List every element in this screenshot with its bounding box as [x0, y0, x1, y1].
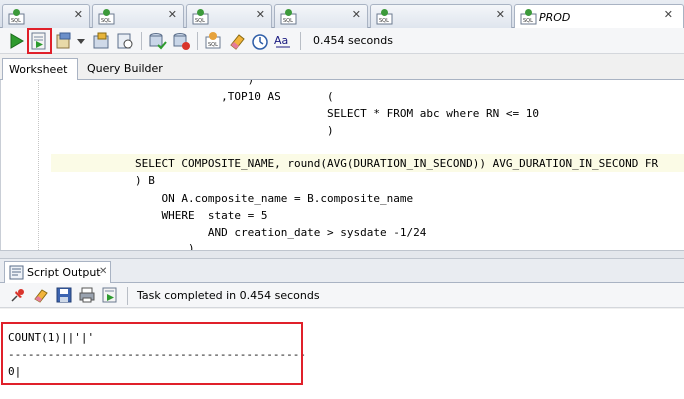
output-tab-strip: Script Output ✕ [0, 259, 684, 283]
rollback-icon[interactable] [171, 31, 191, 51]
commit-transaction-icon[interactable] [147, 31, 167, 51]
svg-text:SQL: SQL [283, 18, 293, 24]
highlight-box [27, 28, 52, 54]
tab-script-output[interactable]: Script Output ✕ [4, 261, 111, 283]
close-icon[interactable]: ✕ [99, 266, 107, 277]
code-line: AND creation_date > sysdate -1/24 [135, 226, 427, 239]
code-line: ) [135, 80, 255, 86]
editor-gutter [1, 80, 39, 250]
run-statement-icon[interactable] [6, 31, 26, 51]
worksheet-tab-prod[interactable]: SQL PROD ✕ [514, 4, 684, 29]
code-line: ,TOP10 AS ( [135, 90, 334, 103]
worksheet-tab-3[interactable]: SQL ✕ [186, 4, 272, 28]
clear-eraser-icon[interactable] [227, 31, 247, 51]
close-icon[interactable]: ✕ [496, 8, 505, 21]
highlight-box [1, 322, 303, 385]
tab-worksheet[interactable]: Worksheet [2, 58, 78, 80]
code-line: WHERE state = 5 [135, 209, 268, 222]
sql-worksheet-icon: SQL [98, 9, 115, 25]
pin-icon[interactable] [9, 286, 27, 304]
task-status: Task completed in 0.454 seconds [137, 289, 320, 302]
svg-text:SQL: SQL [379, 18, 389, 24]
worksheet-tab-2[interactable]: SQL ✕ [92, 4, 184, 28]
sql-editor[interactable]: ) ,TOP10 AS ( SELECT * FROM abc where RN… [0, 80, 684, 250]
code-line: ) [135, 124, 334, 137]
save-icon[interactable] [55, 286, 73, 304]
svg-text:SQL: SQL [11, 18, 21, 24]
code-line: ) [135, 242, 195, 250]
sql-history-icon[interactable] [250, 31, 270, 51]
worksheet-tab-4[interactable]: SQL ✕ [274, 4, 368, 28]
worksheet-tab-1[interactable]: SQL ✕ [2, 4, 90, 28]
run-script-icon[interactable] [101, 286, 119, 304]
worksheet-toolbar: SQL Aa 0.454 seconds [0, 28, 684, 54]
code-line: SELECT COMPOSITE_NAME, round(AVG(DURATIO… [135, 157, 659, 170]
svg-text:SQL: SQL [208, 42, 218, 48]
sql-worksheet-icon: SQL [280, 9, 297, 25]
code-line: SELECT * FROM abc where RN <= 10 [135, 107, 539, 120]
script-output-area[interactable]: COUNT(1)||'|' --------------------------… [0, 309, 684, 399]
tab-query-builder[interactable]: Query Builder [81, 58, 169, 80]
close-icon[interactable]: ✕ [256, 8, 265, 21]
svg-text:SQL: SQL [523, 18, 533, 24]
print-icon[interactable] [78, 286, 96, 304]
output-toolbar: Task completed in 0.454 seconds [0, 283, 684, 308]
autotrace-icon[interactable] [92, 31, 112, 51]
close-icon[interactable]: ✕ [664, 8, 673, 21]
panel-splitter[interactable] [0, 250, 684, 259]
sql-worksheet-icon: SQL [8, 9, 25, 25]
code-line: ON A.composite_name = B.composite_name [135, 192, 414, 205]
svg-text:SQL: SQL [195, 18, 205, 24]
format-case-icon[interactable]: Aa [273, 31, 293, 51]
close-icon[interactable]: ✕ [352, 8, 361, 21]
tab-label: Script Output [27, 266, 101, 279]
script-output-icon [9, 265, 24, 280]
toolbar-separator [300, 32, 301, 50]
sql-worksheet-icon: SQL [520, 9, 537, 25]
toolbar-separator [127, 287, 128, 305]
commit-icon[interactable] [115, 31, 135, 51]
chevron-down-icon[interactable] [74, 31, 88, 51]
toolbar-separator [141, 32, 142, 50]
elapsed-time: 0.454 seconds [313, 34, 393, 47]
gutter-divider [38, 80, 39, 250]
tab-label: PROD [539, 11, 571, 24]
sql-worksheet-icon: SQL [192, 9, 209, 25]
close-icon[interactable]: ✕ [74, 8, 83, 21]
sql-worksheet-icon: SQL [376, 9, 393, 25]
document-tab-strip: SQL ✕ SQL ✕ SQL ✕ SQL ✕ SQL ✕ SQL PROD ✕ [0, 0, 684, 29]
close-icon[interactable]: ✕ [168, 8, 177, 21]
editor-subtabs: Worksheet Query Builder [0, 56, 684, 80]
clear-eraser-icon[interactable] [32, 286, 50, 304]
worksheet-tab-5[interactable]: SQL ✕ [370, 4, 512, 28]
svg-text:SQL: SQL [101, 18, 111, 24]
code-line: ) B [135, 174, 155, 187]
toolbar-separator [197, 32, 198, 50]
sql-tuning-icon[interactable]: SQL [203, 31, 223, 51]
explain-plan-icon[interactable] [54, 31, 74, 51]
svg-text:Aa: Aa [274, 34, 288, 47]
